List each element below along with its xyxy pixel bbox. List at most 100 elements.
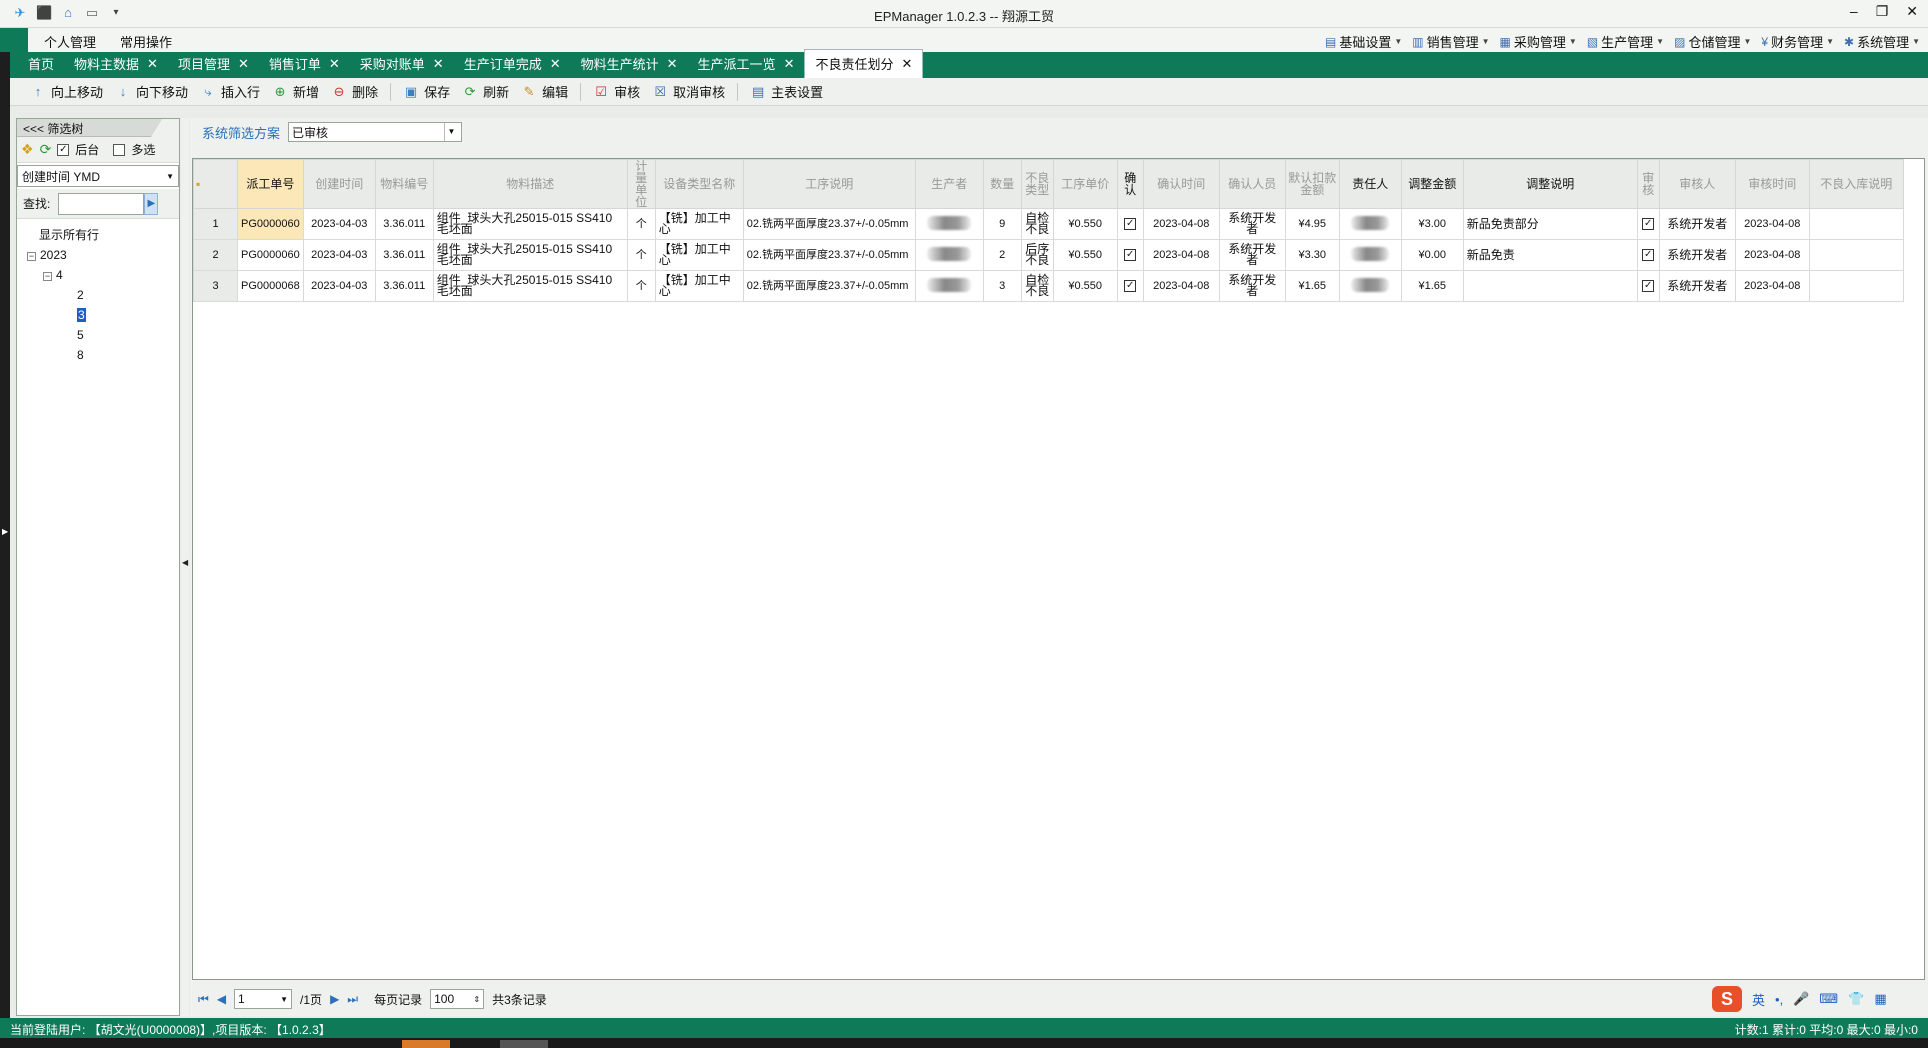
cell-responsible[interactable] (1338, 208, 1402, 240)
collapse-icon[interactable]: − (27, 252, 36, 261)
collapse-arrow-icon[interactable]: ◀ (182, 558, 188, 567)
cell-audit-time[interactable]: 2023-04-08 (1734, 270, 1810, 302)
cell-process-desc[interactable]: 02.铣两平面厚度23.37+/-0.05mm (742, 270, 916, 302)
cell-audit-time[interactable]: 2023-04-08 (1734, 208, 1810, 240)
menu-sales[interactable]: ▥ 销售管理 ▼ (1412, 32, 1489, 51)
cell-material-no[interactable]: 3.36.011 (374, 270, 434, 302)
col-quantity[interactable]: 数量 (982, 159, 1022, 209)
delete-button[interactable]: ⊖ 删除 (331, 82, 378, 101)
tab-production-complete[interactable]: 生产订单完成 ✕ (454, 50, 571, 78)
cell-material-desc[interactable]: 组件_球头大孔25015-015 SS410毛坯面 (432, 208, 628, 240)
col-dispatch-no[interactable]: 派工单号 (237, 159, 304, 209)
cell-device-type[interactable]: 【铣】加工中心 (654, 208, 744, 240)
menu-personal[interactable]: 个人管理 (44, 32, 96, 51)
menu-finance[interactable]: ¥ 财务管理 ▼ (1761, 32, 1834, 51)
col-material-desc[interactable]: 物料描述 (432, 159, 628, 209)
close-tab-icon[interactable]: ✕ (147, 56, 158, 72)
cancel-audit-button[interactable]: ☒ 取消审核 (652, 82, 725, 101)
col-process-desc[interactable]: 工序说明 (742, 159, 916, 209)
cell-unit-price[interactable]: ¥0.550 (1052, 208, 1118, 240)
cell-default-deduction[interactable]: ¥1.65 (1284, 270, 1340, 302)
ime-punctuation-icon[interactable]: •, (1775, 992, 1783, 1007)
close-button[interactable]: ✕ (1906, 3, 1918, 20)
main-table-settings-button[interactable]: ▤ 主表设置 (750, 82, 823, 101)
cell-audit[interactable]: ✓ (1636, 208, 1660, 240)
cell-device-type[interactable]: 【铣】加工中心 (654, 239, 744, 271)
cell-confirm-time[interactable]: 2023-04-08 (1142, 208, 1220, 240)
close-tab-icon[interactable]: ✕ (433, 56, 444, 72)
ime-language-toggle[interactable]: 英 (1752, 990, 1765, 1009)
confirm-checkbox[interactable]: ✓ (1124, 280, 1137, 292)
close-tab-icon[interactable]: ✕ (784, 56, 795, 72)
menu-basic-settings[interactable]: ▤ 基础设置 ▼ (1325, 32, 1402, 51)
col-default-deduction[interactable]: 默认扣款金额 (1284, 159, 1340, 209)
confirm-checkbox[interactable]: ✓ (1124, 249, 1137, 261)
ime-apps-icon[interactable]: ▦ (1874, 991, 1886, 1007)
cell-defect-type[interactable]: 自检不良 (1020, 208, 1054, 240)
cell-defect-note[interactable] (1808, 270, 1904, 302)
cell-adjust-amount[interactable]: ¥0.00 (1400, 239, 1464, 271)
cell-audit[interactable]: ✓ (1636, 239, 1660, 271)
tree-show-all[interactable]: 显示所有行 (27, 225, 179, 245)
cell-unit[interactable]: 个 (626, 239, 656, 271)
cell-default-deduction[interactable]: ¥3.30 (1284, 239, 1340, 271)
menu-warehouse[interactable]: ▨ 仓储管理 ▼ (1674, 32, 1751, 51)
audit-checkbox[interactable]: ✓ (1642, 249, 1655, 261)
add-button[interactable]: ⊕ 新增 (272, 82, 319, 101)
col-defect-type[interactable]: 不良类型 (1020, 159, 1054, 209)
cell-material-desc[interactable]: 组件_球头大孔25015-015 SS410毛坯面 (432, 239, 628, 271)
cell-confirm[interactable]: ✓ (1116, 270, 1144, 302)
next-page-icon[interactable]: ▶ (330, 992, 339, 1006)
cell-dispatch-no[interactable]: PG0000068 (237, 270, 304, 302)
expand-arrow-icon[interactable]: ▶ (2, 527, 8, 536)
cell-process-desc[interactable]: 02.铣两平面厚度23.37+/-0.05mm (742, 239, 916, 271)
confirm-checkbox[interactable]: ✓ (1124, 218, 1137, 230)
tree-day-node-selected[interactable]: 3 (27, 305, 179, 325)
cell-responsible[interactable] (1338, 239, 1402, 271)
cell-device-type[interactable]: 【铣】加工中心 (654, 270, 744, 302)
cell-unit-price[interactable]: ¥0.550 (1052, 239, 1118, 271)
cell-producer[interactable] (914, 208, 984, 240)
close-tab-icon[interactable]: ✕ (667, 56, 678, 72)
per-page-stepper[interactable]: 100 ⇕ (430, 989, 485, 1009)
backend-checkbox[interactable]: ✓ (57, 143, 70, 156)
cell-audit[interactable]: ✓ (1636, 270, 1660, 302)
cell-quantity[interactable]: 9 (982, 208, 1022, 240)
move-up-button[interactable]: ↑ 向上移动 (30, 82, 103, 101)
close-tab-icon[interactable]: ✕ (238, 56, 249, 72)
move-down-button[interactable]: ↓ 向下移动 (115, 82, 188, 101)
col-audit[interactable]: 审核 (1636, 159, 1660, 209)
ime-skin-icon[interactable]: 👕 (1848, 991, 1864, 1007)
audit-checkbox[interactable]: ✓ (1642, 280, 1655, 292)
col-producer[interactable]: 生产者 (914, 159, 984, 209)
cell-confirmer[interactable]: 系统开发者 (1218, 239, 1286, 271)
cell-dispatch-no[interactable]: PG0000060 (237, 239, 304, 271)
multi-select-checkbox[interactable] (113, 143, 126, 156)
close-tab-icon[interactable]: ✕ (329, 56, 340, 72)
cell-adjust-amount[interactable]: ¥3.00 (1400, 208, 1464, 240)
col-adjust-amount[interactable]: 调整金额 (1400, 159, 1464, 209)
tree-day-node[interactable]: 8 (27, 345, 179, 365)
tree-year-node[interactable]: −2023 (27, 245, 179, 265)
col-responsible[interactable]: 责任人 (1338, 159, 1402, 209)
col-confirm[interactable]: 确认 (1116, 159, 1144, 209)
cell-process-desc[interactable]: 02.铣两平面厚度23.37+/-0.05mm (742, 208, 916, 240)
cell-dispatch-no[interactable]: PG0000060 (237, 208, 304, 240)
cell-material-desc[interactable]: 组件_球头大孔25015-015 SS410毛坯面 (432, 270, 628, 302)
audit-button[interactable]: ☑ 审核 (593, 82, 640, 101)
audit-checkbox[interactable]: ✓ (1642, 218, 1655, 230)
expand-tree-icon[interactable]: ❖ (21, 141, 34, 158)
col-unit[interactable]: 计量单位 (626, 159, 656, 209)
cell-responsible[interactable] (1338, 270, 1402, 302)
collapse-icon[interactable]: − (43, 272, 52, 281)
cell-audit-time[interactable]: 2023-04-08 (1734, 239, 1810, 271)
cell-unit[interactable]: 个 (626, 208, 656, 240)
col-device-type[interactable]: 设备类型名称 (654, 159, 744, 209)
tab-sales-order[interactable]: 销售订单 ✕ (259, 50, 350, 78)
col-defect-note[interactable]: 不良入库说明 (1808, 159, 1904, 209)
tree-day-node[interactable]: 2 (27, 285, 179, 305)
stepper-arrows-icon[interactable]: ⇕ (473, 995, 480, 1004)
restore-button[interactable]: ❐ (1876, 3, 1889, 20)
row-number[interactable]: 2 (193, 239, 238, 271)
col-confirmer[interactable]: 确认人员 (1218, 159, 1286, 209)
